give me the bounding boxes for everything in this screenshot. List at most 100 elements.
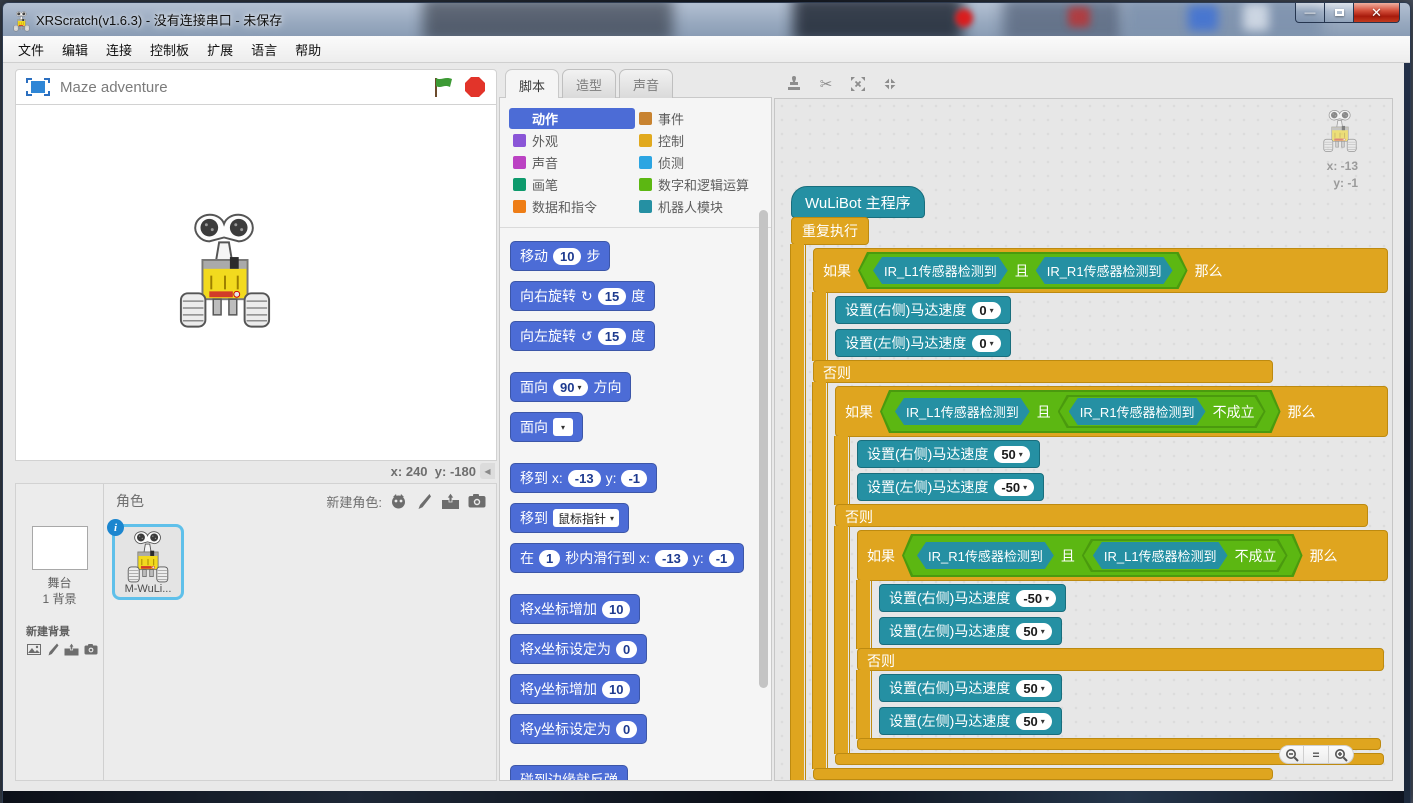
script-stack[interactable]: WuLiBot 主程序 重复执行 如果 IR_L1传感器检测到且IR_R1传感器… <box>791 186 1388 781</box>
upload-sprite-icon[interactable] <box>441 492 460 510</box>
category-item[interactable]: 数据和指令 <box>509 196 635 217</box>
palette-block[interactable]: 碰到边缘就反弹 <box>510 765 628 780</box>
zoom-reset-button[interactable]: = <box>1304 745 1329 764</box>
category-item[interactable]: 控制 <box>635 130 767 151</box>
speed-dropdown[interactable]: -50▾ <box>1016 590 1056 607</box>
scripts-toolbar: ✂ <box>774 69 1393 98</box>
grow-icon[interactable] <box>848 74 868 94</box>
window-titlebar[interactable]: XRScratch(v1.6.3) - 没有连接串口 - 未保存 — ✕ <box>3 3 1410 36</box>
stamp-duplicate-icon[interactable] <box>784 74 804 94</box>
sensor-reporter-block[interactable]: IR_L1传感器检测到 <box>873 257 1008 284</box>
if-else-block-3[interactable]: 如果 IR_R1传感器检测到且IR_L1传感器检测到不成立 那么 设置(右侧)马… <box>857 530 1388 750</box>
sensor-reporter-block[interactable]: IR_R1传感器检测到 <box>1036 257 1173 284</box>
menu-item[interactable]: 扩展 <box>198 36 242 63</box>
paint-new-sprite-icon[interactable] <box>415 492 434 510</box>
tab-active[interactable]: 脚本 <box>505 69 559 98</box>
tab-inactive[interactable]: 造型 <box>562 69 616 98</box>
speed-dropdown[interactable]: 50▾ <box>1016 623 1051 640</box>
backdrop-count: 1 背景 <box>42 592 76 606</box>
collapse-stage-button[interactable]: ◀ <box>480 463 495 479</box>
set-motor-speed-block[interactable]: 设置(左侧)马达速度50▾ <box>879 707 1062 735</box>
category-item[interactable]: 画笔 <box>509 174 635 195</box>
category-item[interactable]: 事件 <box>635 108 767 129</box>
sprite-library-icon[interactable] <box>389 492 408 510</box>
paint-backdrop-icon[interactable] <box>45 642 60 656</box>
tab-inactive[interactable]: 声音 <box>619 69 673 98</box>
green-flag-button[interactable] <box>432 76 454 98</box>
palette-block[interactable]: 面向▾ <box>510 412 583 442</box>
minimize-button[interactable]: — <box>1295 3 1325 23</box>
robot-sprite[interactable] <box>176 211 274 331</box>
stop-button[interactable] <box>464 76 486 98</box>
if-else-block-2[interactable]: 如果 IR_L1传感器检测到且IR_R1传感器检测到不成立 那么 设置(右侧)马… <box>835 386 1388 765</box>
category-item[interactable]: 数字和逻辑运算 <box>635 174 767 195</box>
menu-item[interactable]: 文件 <box>9 36 53 63</box>
sensor-reporter-block[interactable]: IR_L1传感器检测到 <box>1093 542 1228 569</box>
shrink-icon[interactable] <box>880 74 900 94</box>
category-item[interactable]: 机器人模块 <box>635 196 767 217</box>
not-operator-block[interactable]: IR_L1传感器检测到不成立 <box>1082 539 1288 572</box>
palette-block[interactable]: 移到鼠标指针▾ <box>510 503 629 533</box>
and-operator-block[interactable]: IR_L1传感器检测到且IR_R1传感器检测到不成立 <box>880 390 1281 433</box>
menu-item[interactable]: 语言 <box>242 36 286 63</box>
fullscreen-icon[interactable] <box>26 78 50 96</box>
sensor-reporter-block[interactable]: IR_R1传感器检测到 <box>917 542 1054 569</box>
and-operator-block[interactable]: IR_R1传感器检测到且IR_L1传感器检测到不成立 <box>902 534 1303 577</box>
set-motor-speed-block[interactable]: 设置(左侧)马达速度0▾ <box>835 329 1011 357</box>
hat-block-main-program[interactable]: WuLiBot 主程序 <box>791 186 925 218</box>
camera-sprite-icon[interactable] <box>467 492 486 510</box>
set-motor-speed-block[interactable]: 设置(右侧)马达速度50▾ <box>879 674 1062 702</box>
zoom-out-button[interactable] <box>1279 745 1304 764</box>
palette-block[interactable]: 将y坐标设定为0 <box>510 714 647 744</box>
camera-backdrop-icon[interactable] <box>83 642 98 656</box>
upload-backdrop-icon[interactable] <box>64 642 79 656</box>
palette-block[interactable]: 向左旋转↺15度 <box>510 321 655 351</box>
close-button[interactable]: ✕ <box>1354 3 1400 23</box>
palette-block[interactable]: 将y坐标增加10 <box>510 674 640 704</box>
palette-block[interactable]: 在1秒内滑行到 x:-13y:-1 <box>510 543 744 573</box>
palette-scrollbar[interactable] <box>759 210 768 688</box>
palette-block[interactable]: 移动10步 <box>510 241 610 271</box>
set-motor-speed-block[interactable]: 设置(右侧)马达速度0▾ <box>835 296 1011 324</box>
set-motor-speed-block[interactable]: 设置(左侧)马达速度50▾ <box>879 617 1062 645</box>
sprite-info-icon[interactable]: i <box>107 519 124 536</box>
not-operator-block[interactable]: IR_R1传感器检测到不成立 <box>1058 395 1266 428</box>
stage-selector[interactable]: 舞台 1 背景 新建背景 <box>16 518 104 780</box>
palette-block[interactable]: 移到 x:-13y:-1 <box>510 463 657 493</box>
palette-block[interactable]: 将x坐标设定为0 <box>510 634 647 664</box>
speed-dropdown[interactable]: 50▾ <box>994 446 1029 463</box>
speed-dropdown[interactable]: 50▾ <box>1016 713 1051 730</box>
category-item[interactable]: 侦测 <box>635 152 767 173</box>
sensor-reporter-block[interactable]: IR_R1传感器检测到 <box>1069 398 1206 425</box>
zoom-in-button[interactable] <box>1329 745 1354 764</box>
set-motor-speed-block[interactable]: 设置(右侧)马达速度50▾ <box>857 440 1040 468</box>
set-motor-speed-block[interactable]: 设置(右侧)马达速度-50▾ <box>879 584 1066 612</box>
forever-block[interactable]: 重复执行 如果 IR_L1传感器检测到且IR_R1传感器检测到 那么 设置(右侧… <box>791 217 1388 781</box>
menu-item[interactable]: 编辑 <box>53 36 97 63</box>
dropdown-arrow-icon: ▾ <box>1045 594 1049 603</box>
speed-dropdown[interactable]: 0▾ <box>972 335 1000 352</box>
script-canvas[interactable]: x: -13 y: -1 WuLiBot 主程序 重复执行 如果 <box>774 98 1393 781</box>
set-motor-speed-block[interactable]: 设置(左侧)马达速度-50▾ <box>857 473 1044 501</box>
if-else-block-1[interactable]: 如果 IR_L1传感器检测到且IR_R1传感器检测到 那么 设置(右侧)马达速度… <box>813 248 1388 780</box>
and-operator-block[interactable]: IR_L1传感器检测到且IR_R1传感器检测到 <box>858 252 1188 289</box>
speed-dropdown[interactable]: -50▾ <box>994 479 1034 496</box>
menu-item[interactable]: 连接 <box>97 36 141 63</box>
category-item[interactable]: 动作 <box>509 108 635 129</box>
menu-item[interactable]: 控制板 <box>141 36 198 63</box>
backdrop-library-icon[interactable] <box>26 642 41 656</box>
sprite-card-selected[interactable]: i M-WuLi... <box>112 524 184 600</box>
palette-block[interactable]: 将x坐标增加10 <box>510 594 640 624</box>
scissors-delete-icon[interactable]: ✂ <box>816 74 836 94</box>
menu-item[interactable]: 帮助 <box>286 36 330 63</box>
palette-block[interactable]: 向右旋转↻15度 <box>510 281 655 311</box>
speed-dropdown[interactable]: 0▾ <box>972 302 1000 319</box>
stage-thumbnail[interactable] <box>32 526 88 570</box>
palette-block[interactable]: 面向90▾方向 <box>510 372 631 402</box>
maximize-button[interactable] <box>1325 3 1354 23</box>
category-item[interactable]: 声音 <box>509 152 635 173</box>
category-item[interactable]: 外观 <box>509 130 635 151</box>
sensor-reporter-block[interactable]: IR_L1传感器检测到 <box>895 398 1030 425</box>
stage-canvas[interactable] <box>15 105 497 461</box>
speed-dropdown[interactable]: 50▾ <box>1016 680 1051 697</box>
